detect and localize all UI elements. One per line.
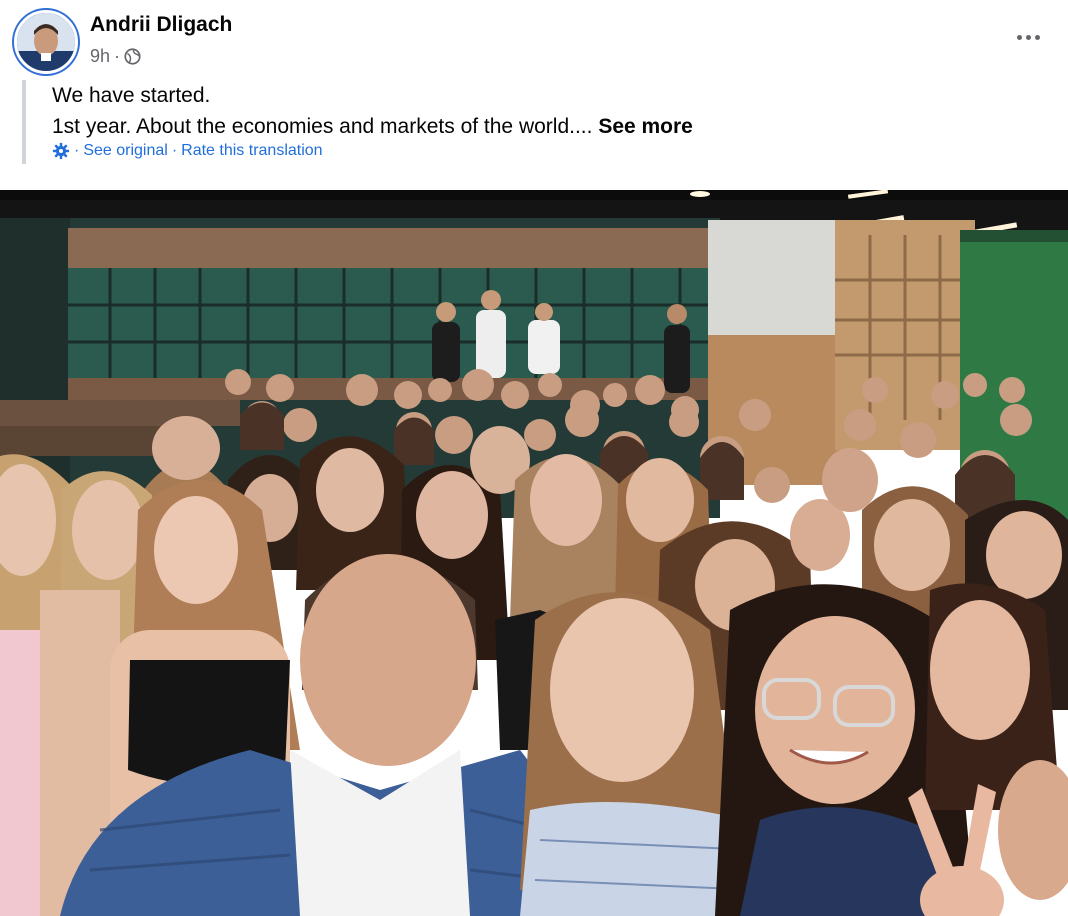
see-more-link[interactable]: See more	[598, 115, 693, 138]
more-dot	[1034, 34, 1040, 40]
rate-translation-link[interactable]: Rate this translation	[181, 142, 322, 160]
avatar-image	[17, 13, 75, 71]
translation-bar: · See original · Rate this translation	[52, 142, 323, 160]
post-photo[interactable]	[0, 190, 1068, 916]
globe-icon[interactable]	[124, 48, 141, 65]
meta-separator: ·	[114, 46, 121, 66]
more-horizontal-icon	[1016, 34, 1022, 40]
gear-icon[interactable]	[52, 142, 70, 160]
post-meta: 9h ·	[90, 46, 141, 67]
post-text-line1: We have started.	[52, 84, 211, 107]
author-avatar[interactable]	[14, 10, 78, 74]
translation-quote-bar	[22, 80, 26, 164]
see-original-link[interactable]: See original	[83, 142, 168, 160]
more-dot	[1025, 34, 1031, 40]
translation-separator: ·	[74, 142, 80, 159]
more-options-button[interactable]	[1010, 22, 1046, 52]
translation-separator: ·	[171, 142, 178, 159]
post-text-body: 1st year. About the economies and market…	[52, 115, 593, 138]
group-selfie-photo	[0, 190, 1068, 916]
post-time[interactable]: 9h	[90, 46, 110, 67]
author-name[interactable]: Andrii Dligach	[90, 13, 232, 37]
post-text-line2: 1st year. About the economies and market…	[52, 115, 693, 139]
